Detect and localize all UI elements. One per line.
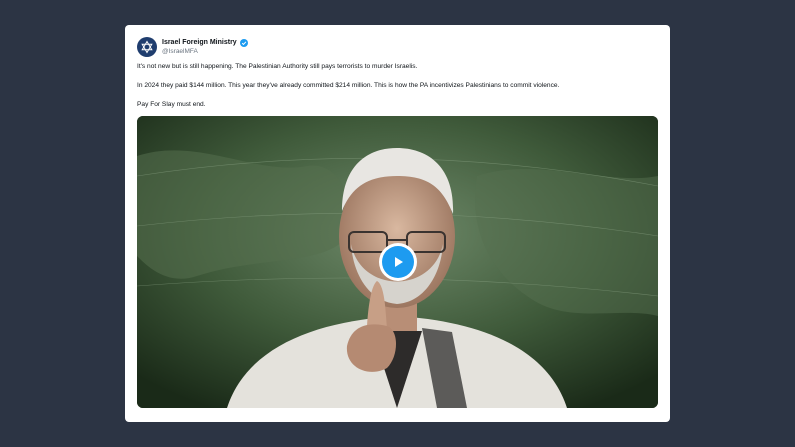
author-names: Israel Foreign Ministry @IsraelMFA [162, 38, 248, 56]
tweet-paragraph-3: Pay For Slay must end. [137, 101, 206, 108]
tweet-paragraph-1: It's not new but is still happening. The… [137, 63, 418, 70]
avatar[interactable] [137, 37, 157, 57]
tweet-header: Israel Foreign Ministry @IsraelMFA [137, 36, 248, 58]
video-player[interactable] [137, 116, 658, 408]
author-handle[interactable]: @IsraelMFA [162, 47, 248, 56]
author-display-name[interactable]: Israel Foreign Ministry [162, 38, 237, 47]
tweet-paragraph-2: In 2024 they paid $144 million. This yea… [137, 82, 560, 89]
star-of-david-emblem-icon [141, 40, 153, 54]
verified-badge-icon [239, 38, 248, 47]
tweet-card: Israel Foreign Ministry @IsraelMFA It's … [125, 25, 670, 422]
play-button[interactable] [379, 243, 417, 281]
play-icon [395, 257, 403, 267]
